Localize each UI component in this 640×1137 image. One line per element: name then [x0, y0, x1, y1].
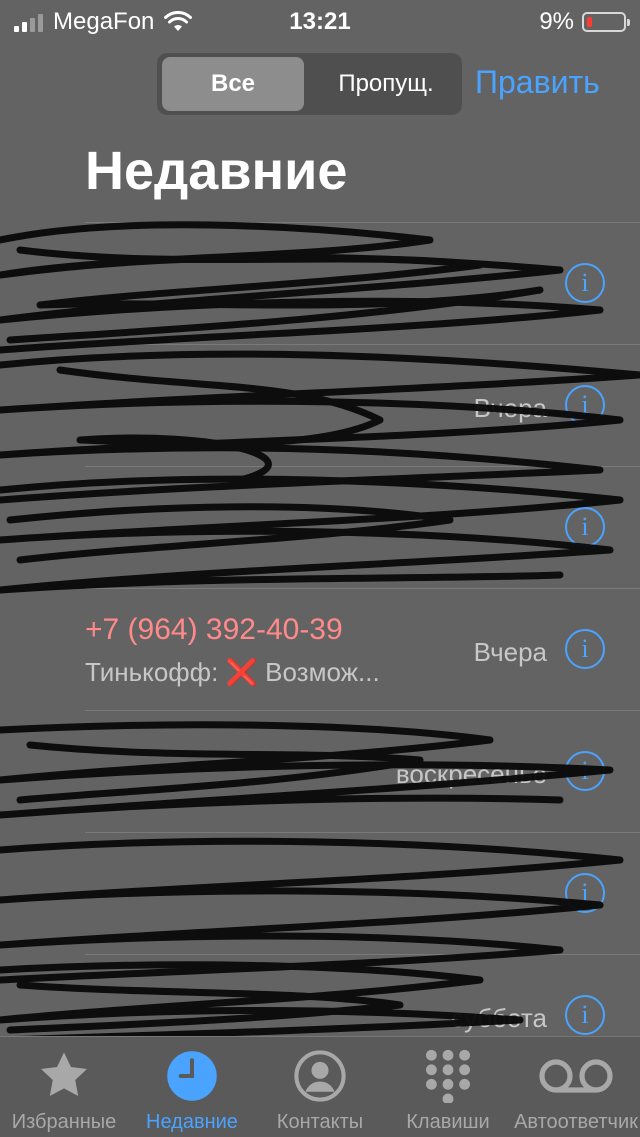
caller-number: +7 (964) 392-40-39 [85, 613, 343, 646]
voicemail-icon [512, 1047, 640, 1105]
tab-favorites[interactable]: Избранные [0, 1047, 128, 1134]
call-row[interactable]: воскресенье i [85, 710, 640, 832]
call-time: Вчера [473, 637, 547, 667]
segment-all[interactable]: Все [162, 57, 304, 111]
status-bar: MegaFon 13:21 9% [0, 0, 640, 40]
keypad-icon [384, 1047, 512, 1105]
tab-bar: Избранные Недавние Контакты Клавиши Авто… [0, 1036, 640, 1137]
segment-missed[interactable]: Пропущ. [315, 57, 457, 111]
info-icon[interactable]: i [565, 751, 605, 791]
tab-contacts[interactable]: Контакты [256, 1047, 384, 1134]
caller-detail: Тинькофф: ❌ Возмож... [85, 657, 380, 688]
info-icon[interactable]: i [565, 629, 605, 669]
tab-label: Недавние [146, 1111, 238, 1133]
star-icon [0, 1047, 128, 1105]
info-icon[interactable]: i [565, 385, 605, 425]
call-row[interactable]: Вчера i [85, 344, 640, 466]
call-row[interactable]: i [85, 832, 640, 954]
cross-mark-icon: ❌ [225, 657, 258, 687]
call-time: воскресенье [395, 759, 547, 789]
info-icon[interactable]: i [565, 507, 605, 547]
call-time: Вчера [473, 393, 547, 423]
call-time: суббота [450, 1003, 547, 1033]
tab-label: Контакты [276, 1111, 364, 1133]
caller-note: Возмож... [265, 657, 380, 687]
tab-label: Автоответчик [514, 1111, 638, 1133]
clock-icon [128, 1047, 256, 1105]
tab-label: Клавиши [406, 1111, 490, 1133]
tab-voicemail[interactable]: Автоответчик [512, 1047, 640, 1134]
battery-icon [582, 12, 630, 32]
info-icon[interactable]: i [565, 263, 605, 303]
edit-button[interactable]: Править [475, 64, 600, 101]
tab-keypad[interactable]: Клавиши [384, 1047, 512, 1134]
call-row-missed[interactable]: +7 (964) 392-40-39 Тинькофф: ❌ Возмож...… [85, 588, 640, 710]
info-icon[interactable]: i [565, 995, 605, 1035]
caller-label: Тинькофф: [85, 657, 219, 687]
info-icon[interactable]: i [565, 873, 605, 913]
battery-percent: 9% [539, 8, 574, 35]
tab-label: Избранные [11, 1111, 117, 1133]
status-right: 9% [539, 8, 630, 36]
battery-level [587, 17, 592, 27]
person-circle-icon [256, 1047, 384, 1105]
call-row[interactable]: i [85, 466, 640, 588]
recents-list: i Вчера i i +7 (964) 392-40-39 Тинькофф:… [0, 222, 640, 1076]
tab-recents[interactable]: Недавние [128, 1047, 256, 1134]
page-title: Недавние [85, 141, 348, 201]
call-row[interactable]: i [85, 222, 640, 344]
filter-segmented-control: Все Пропущ. [157, 53, 462, 115]
